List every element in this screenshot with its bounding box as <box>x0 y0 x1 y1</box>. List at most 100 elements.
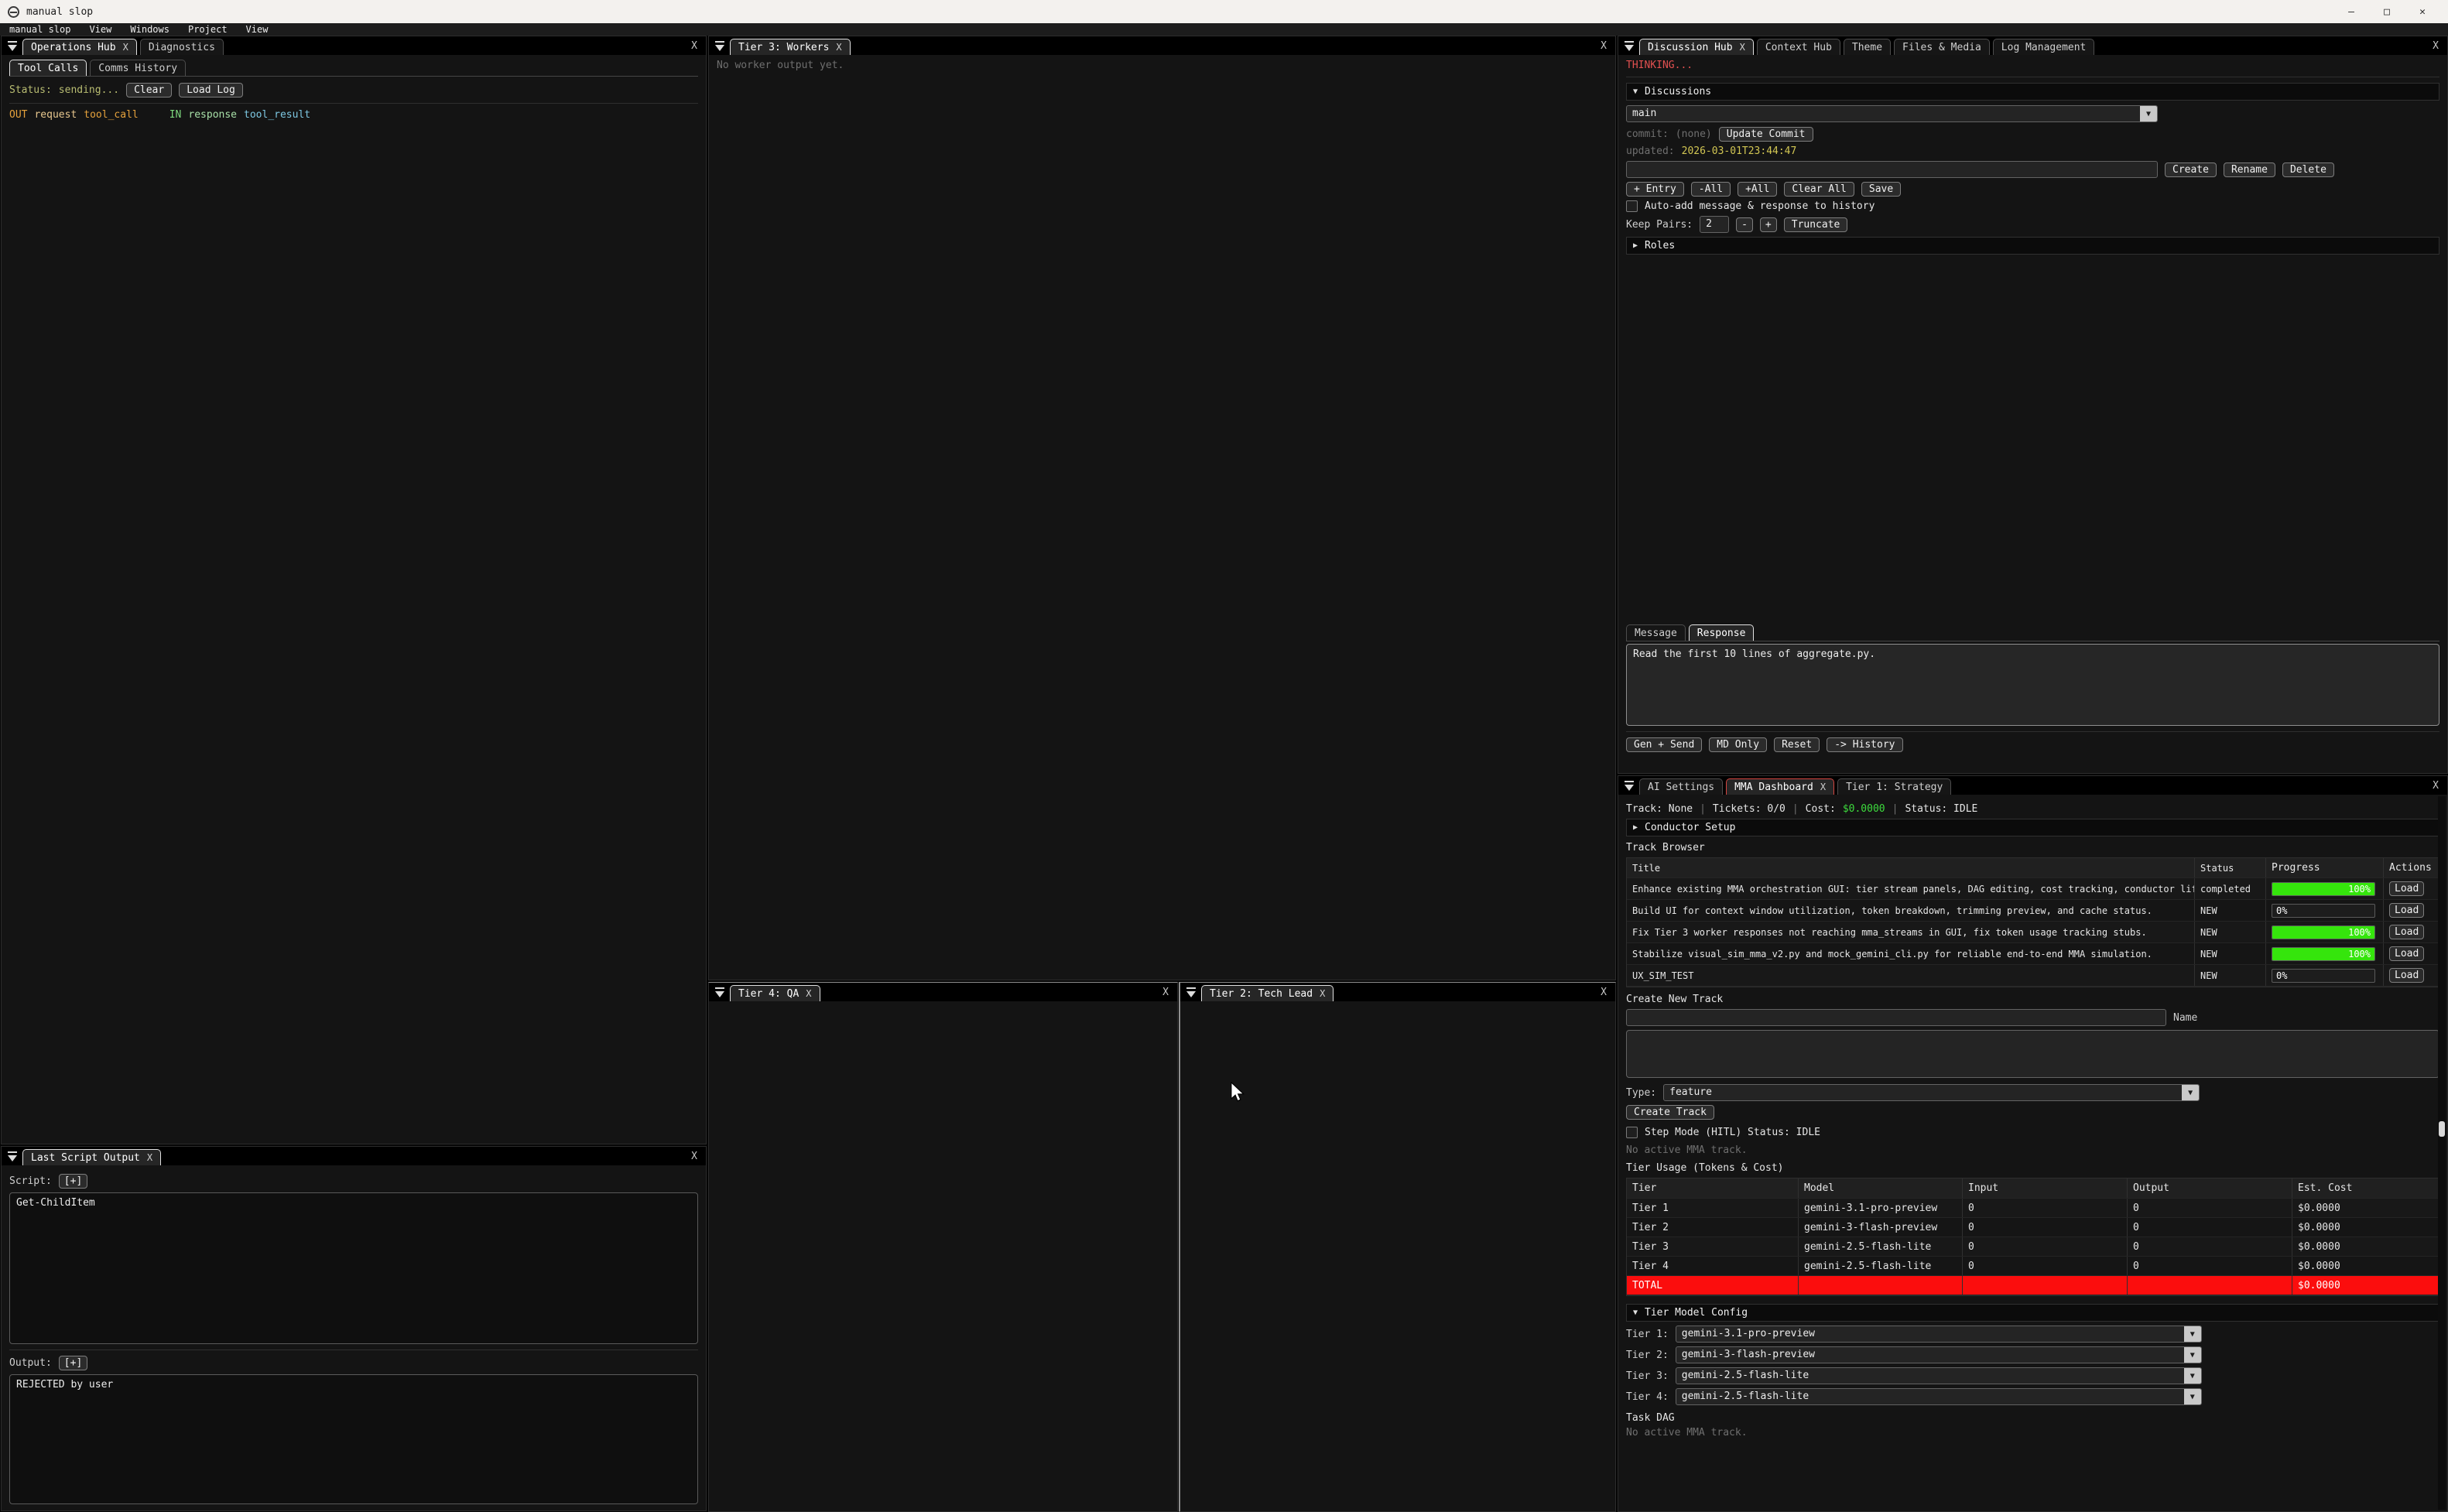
menu-project[interactable]: Project <box>188 23 228 36</box>
roles-section-header[interactable]: ▶ Roles <box>1626 237 2439 255</box>
track-name-input[interactable] <box>1626 1009 2166 1026</box>
tab-tier2-tech-lead[interactable]: Tier 2: Tech Lead X <box>1201 985 1334 1001</box>
tab-close-icon[interactable]: X <box>147 1152 152 1163</box>
auto-add-checkbox[interactable] <box>1626 200 1638 212</box>
conductor-setup-header[interactable]: ▶ Conductor Setup <box>1626 819 2439 836</box>
menu-view[interactable]: View <box>89 23 111 36</box>
tier-model-config-header[interactable]: ▼ Tier Model Config <box>1626 1304 2439 1322</box>
minimize-button[interactable]: — <box>2333 0 2369 23</box>
md-only-button[interactable]: MD Only <box>1709 737 1767 752</box>
tab-close-icon[interactable]: X <box>836 42 841 53</box>
save-button[interactable]: Save <box>1861 182 1901 197</box>
increment-button[interactable]: + <box>1760 217 1777 232</box>
collapse-icon[interactable] <box>6 1151 19 1162</box>
load-button[interactable]: Load <box>2389 925 2424 939</box>
collapse-icon[interactable] <box>6 41 19 52</box>
load-log-button[interactable]: Load Log <box>179 83 243 97</box>
minus-all-button[interactable]: -All <box>1691 182 1731 197</box>
tab-discussion-hub[interactable]: Discussion Hub X <box>1639 39 1754 55</box>
collapse-icon[interactable] <box>714 987 726 998</box>
create-button[interactable]: Create <box>2165 162 2217 177</box>
tab-comms-history[interactable]: Comms History <box>90 60 186 76</box>
window-close-icon[interactable]: X <box>2433 780 2439 792</box>
clear-all-button[interactable]: Clear All <box>1784 182 1854 197</box>
maximize-button[interactable]: □ <box>2369 0 2405 23</box>
window-close-icon[interactable]: X <box>2433 40 2439 52</box>
step-mode-checkbox[interactable] <box>1626 1127 1638 1138</box>
window-close-icon[interactable]: X <box>691 1151 697 1162</box>
track-type-select[interactable]: feature ▼ <box>1663 1084 2200 1101</box>
close-button[interactable]: ✕ <box>2405 0 2440 23</box>
gen-send-button[interactable]: Gen + Send <box>1626 737 1702 752</box>
collapse-icon[interactable] <box>714 41 726 52</box>
menu-manual-slop[interactable]: manual slop <box>9 23 70 36</box>
tab-operations-hub[interactable]: Operations Hub X <box>22 39 137 55</box>
tab-tier3-workers[interactable]: Tier 3: Workers X <box>730 39 851 55</box>
keep-pairs-input[interactable]: 2 <box>1700 216 1729 233</box>
decrement-button[interactable]: - <box>1736 217 1753 232</box>
rename-button[interactable]: Rename <box>2224 162 2275 177</box>
tab-ai-settings[interactable]: AI Settings <box>1639 778 1723 795</box>
tier2-model-select[interactable]: gemini-3-flash-preview ▼ <box>1676 1346 2202 1363</box>
tab-tier1-strategy[interactable]: Tier 1: Strategy <box>1837 778 1951 795</box>
window-close-icon[interactable]: X <box>1601 987 1607 998</box>
tier4-model-select[interactable]: gemini-2.5-flash-lite ▼ <box>1676 1388 2202 1405</box>
load-button[interactable]: Load <box>2389 903 2424 918</box>
tab-tier4-qa[interactable]: Tier 4: QA X <box>730 985 820 1001</box>
collapse-open-icon: ▼ <box>1633 1308 1638 1317</box>
plus-all-button[interactable]: +All <box>1738 182 1777 197</box>
tab-response[interactable]: Response <box>1689 624 1755 641</box>
clear-button[interactable]: Clear <box>126 83 172 97</box>
load-button[interactable]: Load <box>2389 946 2424 961</box>
collapse-icon[interactable] <box>1623 781 1635 792</box>
scrollbar-track[interactable] <box>2438 796 2446 1510</box>
output-expand-button[interactable]: [+] <box>59 1356 87 1370</box>
window-close-icon[interactable]: X <box>1601 40 1607 52</box>
collapse-icon[interactable] <box>1185 987 1197 998</box>
tab-close-icon[interactable]: X <box>1820 782 1826 792</box>
mma-status-line: Track: None | Tickets: 0/0 | Cost: $0.00… <box>1626 803 2439 815</box>
tier3-model-select[interactable]: gemini-2.5-flash-lite ▼ <box>1676 1367 2202 1384</box>
collapse-icon[interactable] <box>1623 41 1635 52</box>
discussion-name-input[interactable] <box>1626 161 2158 178</box>
window-close-icon[interactable]: X <box>691 40 697 52</box>
tab-close-icon[interactable]: X <box>123 42 128 53</box>
tab-files-media[interactable]: Files & Media <box>1894 39 1990 55</box>
tab-tool-calls[interactable]: Tool Calls <box>9 60 87 76</box>
truncate-button[interactable]: Truncate <box>1784 217 1848 232</box>
script-textarea[interactable]: Get-ChildItem <box>9 1192 698 1344</box>
update-commit-button[interactable]: Update Commit <box>1719 127 1813 142</box>
menu-windows[interactable]: Windows <box>130 23 169 36</box>
tab-close-icon[interactable]: X <box>1320 988 1325 999</box>
col-progress: Progress <box>2265 858 2383 877</box>
menu-view-2[interactable]: View <box>246 23 269 36</box>
script-expand-button[interactable]: [+] <box>59 1174 87 1189</box>
tab-close-icon[interactable]: X <box>1740 42 1745 53</box>
create-track-button[interactable]: Create Track <box>1626 1105 1714 1120</box>
tab-close-icon[interactable]: X <box>806 988 811 999</box>
load-button[interactable]: Load <box>2389 881 2424 896</box>
add-entry-button[interactable]: + Entry <box>1626 182 1684 197</box>
discussions-section-header[interactable]: ▼ Discussions <box>1626 83 2439 101</box>
reset-button[interactable]: Reset <box>1774 737 1820 752</box>
to-history-button[interactable]: -> History <box>1827 737 1902 752</box>
tab-log-management[interactable]: Log Management <box>1993 39 2095 55</box>
tier-usage-table: Tier Model Input Output Est. Cost Tier 1… <box>1626 1178 2439 1296</box>
total-cost: $0.0000 <box>2292 1276 2439 1295</box>
tier1-model-select[interactable]: gemini-3.1-pro-preview ▼ <box>1676 1326 2202 1343</box>
tab-context-hub[interactable]: Context Hub <box>1757 39 1840 55</box>
tab-theme[interactable]: Theme <box>1844 39 1891 55</box>
delete-button[interactable]: Delete <box>2282 162 2334 177</box>
track-status: completed <box>2194 878 2265 899</box>
discussion-select[interactable]: main ▼ <box>1626 105 2158 122</box>
output-textarea[interactable]: REJECTED by user <box>9 1374 698 1504</box>
load-button[interactable]: Load <box>2389 968 2424 983</box>
tab-message[interactable]: Message <box>1626 624 1686 641</box>
tab-last-script-output[interactable]: Last Script Output X <box>22 1149 161 1165</box>
scrollbar-thumb[interactable] <box>2439 1121 2445 1137</box>
window-close-icon[interactable]: X <box>1162 987 1169 998</box>
message-textarea[interactable]: Read the first 10 lines of aggregate.py. <box>1626 644 2439 726</box>
tab-mma-dashboard[interactable]: MMA Dashboard X <box>1726 778 1834 795</box>
tab-diagnostics[interactable]: Diagnostics <box>140 39 224 55</box>
track-description-textarea[interactable] <box>1626 1030 2439 1078</box>
